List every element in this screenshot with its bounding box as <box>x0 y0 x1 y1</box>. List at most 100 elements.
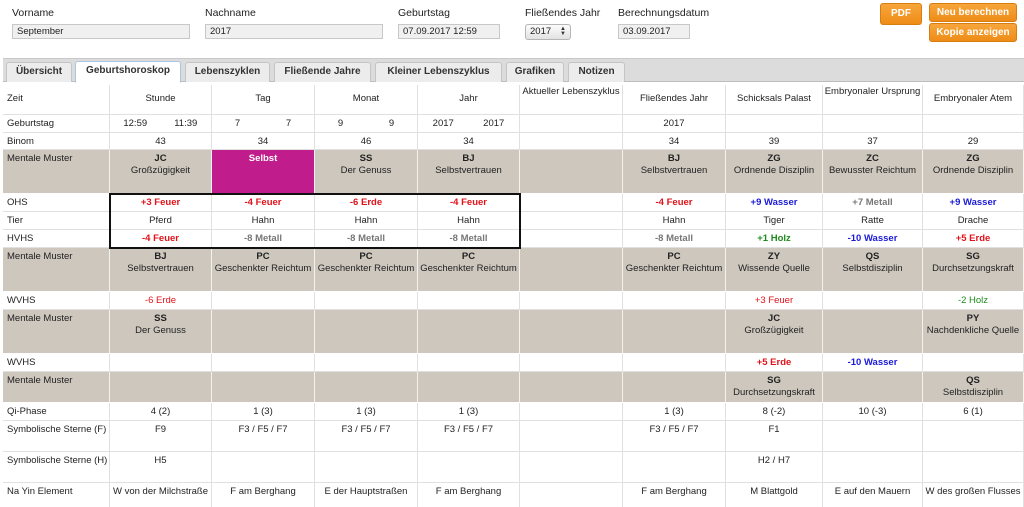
nachname-group: Nachname 2017 <box>205 6 383 39</box>
table-cell: +3 Feuer <box>726 292 823 309</box>
table-row-hvhs: HVHS -4 Feuer -8 Metall -8 Metall -8 Metall -… <box>3 230 1024 248</box>
pattern-name: Bewusster Reichtum <box>828 165 917 176</box>
table-cell <box>520 354 623 371</box>
pattern-code: QS <box>865 251 880 262</box>
table-cell: F am Berghang <box>418 483 520 507</box>
vorname-input[interactable]: September <box>12 24 190 39</box>
kopie-anzeigen-button[interactable]: Kopie anzeigen <box>929 23 1017 42</box>
mental-pattern-cell: SG Durchsetzungskraft <box>923 248 1024 291</box>
table-cell: -10 Wasser <box>823 354 923 371</box>
row-label: WVHS <box>3 292 110 309</box>
table-row-sf: Symbolische Sterne (F) F9 F3 / F5 / F7 F3 /… <box>3 421 1024 452</box>
table-cell: E auf den Mauern <box>823 483 923 507</box>
pattern-name: Großzügigkeit <box>744 325 804 336</box>
tab-grafiken[interactable]: Grafiken <box>506 62 564 82</box>
mental-pattern-cell: ZY Wissende Quelle <box>726 248 823 291</box>
tab-fliessende-jahre[interactable]: Fließende Jahre <box>274 62 371 82</box>
mental-pattern-cell: JC Großzügigkeit <box>110 150 212 193</box>
mental-pattern-cell: PC Geschenkter Reichtum <box>623 248 726 291</box>
table-cell: -4 Feuer <box>623 194 726 211</box>
column-header: Tag <box>212 85 315 114</box>
mental-pattern-cell <box>520 310 623 353</box>
table-cell: -8 Metall <box>623 230 726 247</box>
geburtstag-input[interactable]: 07.09.2017 12:59 <box>398 24 500 39</box>
table-cell: 1 (3) <box>212 403 315 420</box>
column-header: Fließendes Jahr <box>623 85 726 114</box>
row-label: OHS <box>3 194 110 211</box>
table-cell <box>623 292 726 309</box>
table-cell: F1 <box>726 421 823 451</box>
neu-berechnen-button[interactable]: Neu berechnen <box>929 3 1017 22</box>
pattern-name: Wissende Quelle <box>738 263 810 274</box>
pattern-code: SS <box>154 313 167 324</box>
table-cell: F3 / F5 / F7 <box>315 421 418 451</box>
pattern-code: PY <box>966 313 980 324</box>
tab-kleiner-lebenszyklus[interactable]: Kleiner Lebenszyklus <box>375 62 502 82</box>
tab-notizen[interactable]: Notizen <box>568 62 625 82</box>
mental-pattern-cell <box>315 372 418 402</box>
pattern-code: BJ <box>462 153 475 164</box>
table-subcell: 9 <box>337 118 344 129</box>
pattern-name: Der Genuss <box>135 325 186 336</box>
table-cell: 99 <box>315 115 418 132</box>
pdf-button[interactable]: PDF <box>880 3 922 25</box>
table-cell: 1 (3) <box>315 403 418 420</box>
row-label: WVHS <box>3 354 110 371</box>
nachname-input[interactable]: 2017 <box>205 24 383 39</box>
tab-uebersicht[interactable]: Übersicht <box>6 62 72 82</box>
tab-geburtshoroskop[interactable]: Geburtshoroskop <box>75 61 181 83</box>
mental-pattern-cell <box>110 372 212 402</box>
table-cell <box>623 354 726 371</box>
table-subcell: 11:39 <box>174 118 198 129</box>
mental-pattern-cell <box>520 248 623 291</box>
table-cell <box>726 115 823 132</box>
pattern-code: ZG <box>966 153 980 164</box>
table-cell <box>923 421 1024 451</box>
mental-pattern-cell <box>823 310 923 353</box>
table-cell: +5 Erde <box>923 230 1024 247</box>
row-label: Mentale Muster <box>3 150 110 193</box>
mental-pattern-cell: BJ Selbstvertrauen <box>623 150 726 193</box>
table-cell: 2017 <box>623 115 726 132</box>
table-row-binom: Binom 43 34 46 34 34 39 37 29 <box>3 133 1024 150</box>
pattern-code: ZC <box>866 153 879 164</box>
mental-pattern-cell: SS Der Genuss <box>110 310 212 353</box>
mental-pattern-cell: PC Geschenkter Reichtum <box>212 248 315 291</box>
berechnungsdatum-group: Berechnungsdatum 03.09.2017 <box>618 6 709 39</box>
mental-pattern-cell <box>315 310 418 353</box>
table-row-geburtstag: Geburtstag 12:59 11:39 7 7 9 9 2017 2017 2017 <box>3 115 1024 133</box>
table-cell: F3 / F5 / F7 <box>623 421 726 451</box>
table-cell <box>520 230 623 247</box>
pattern-name: Selbstdisziplin <box>842 263 903 274</box>
table-row-tier: Tier Pferd Hahn Hahn Hahn Hahn Tiger Ratte Drach… <box>3 212 1024 230</box>
fliessendes-jahr-select[interactable]: 2017 ▲ ▼ <box>525 24 571 40</box>
nachname-label: Nachname <box>205 7 256 19</box>
mental-pattern-cell: JC Großzügigkeit <box>726 310 823 353</box>
table-cell: 46 <box>315 133 418 149</box>
pattern-code: PC <box>461 251 476 262</box>
pattern-code: SS <box>359 153 373 164</box>
row-label: Qi-Phase <box>3 403 110 420</box>
table-cell: -4 Feuer <box>212 194 315 211</box>
vorname-group: Vorname September <box>12 6 190 39</box>
table-cell: -4 Feuer <box>418 194 520 211</box>
mental-pattern-cell: QS Selbstdisziplin <box>923 372 1024 402</box>
table-row-nayin: Na Yin Element W von der Milchstraße F am … <box>3 483 1024 507</box>
mental-pattern-cell <box>418 310 520 353</box>
column-header: Stunde <box>110 85 212 114</box>
table-cell <box>110 354 212 371</box>
tab-lebenszyklen[interactable]: Lebenszyklen <box>185 62 270 82</box>
pattern-code: JC <box>767 313 781 324</box>
berechnungsdatum-input[interactable]: 03.09.2017 <box>618 24 690 39</box>
mental-pattern-cell: ZC Bewusster Reichtum <box>823 150 923 193</box>
mental-pattern-cell <box>212 372 315 402</box>
table-subcell: 12:59 <box>123 118 148 129</box>
mental-pattern-cell: PC Geschenkter Reichtum <box>315 248 418 291</box>
pattern-name: Selbstvertrauen <box>435 165 502 176</box>
mental-pattern-cell: PY Nachdenkliche Quelle <box>923 310 1024 353</box>
row-label: Mentale Muster <box>3 372 110 402</box>
table-row-mm2: Mentale Muster BJ Selbstvertrauen PC Geschen… <box>3 248 1024 292</box>
table-cell: 6 (1) <box>923 403 1024 420</box>
header-form: Vorname September Nachname 2017 Geburtst… <box>0 0 1024 56</box>
table-cell: 1 (3) <box>418 403 520 420</box>
